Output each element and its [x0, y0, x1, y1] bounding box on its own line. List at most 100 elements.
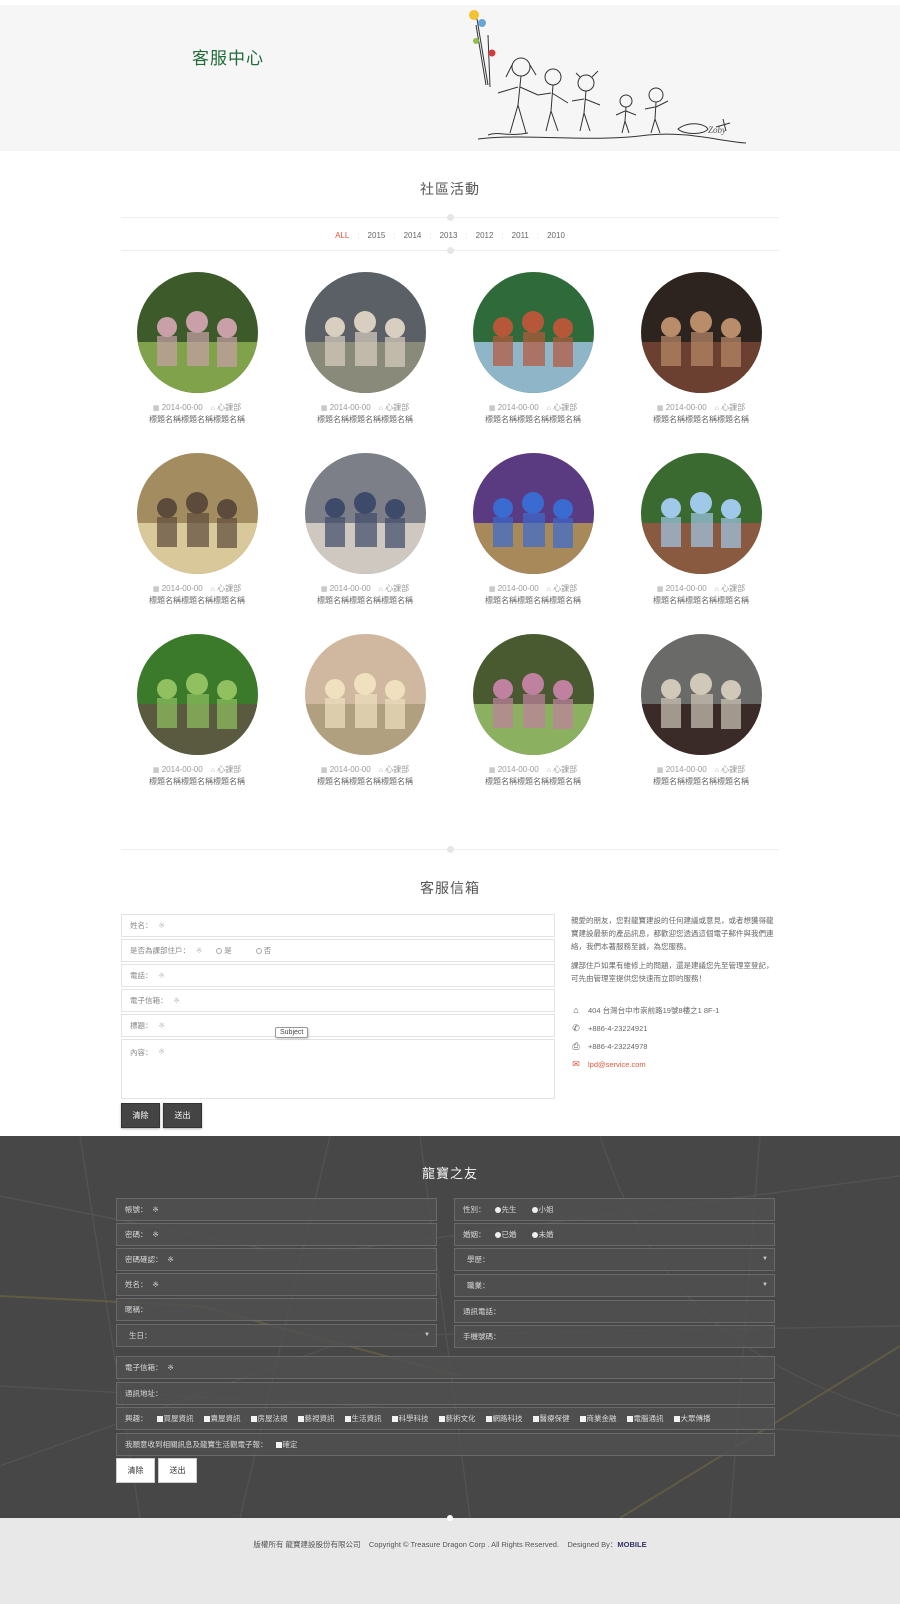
interest-checkbox[interactable]: 賣屋資訊 — [203, 1413, 241, 1424]
name-field[interactable]: 姓名： ※ — [121, 914, 555, 937]
activity-meta: ▦ 2014-00-00 ⌂ 心課部 — [656, 765, 746, 774]
activity-card[interactable]: ▦ 2014-00-00 ⌂ 心課部 標題名稱標題名稱標題名稱 — [617, 453, 785, 634]
activity-photo[interactable] — [640, 272, 762, 393]
filter-2014[interactable]: 2014 — [396, 231, 430, 240]
interest-checkbox[interactable]: 電腦通訊 — [626, 1413, 664, 1424]
activity-card[interactable]: ▦ 2014-00-00 ⌂ 心課部 標題名稱標題名稱標題名稱 — [113, 272, 281, 453]
activity-photo[interactable] — [640, 634, 762, 755]
activity-title[interactable]: 標題名稱標題名稱標題名稱 — [485, 776, 581, 787]
calendar-icon: ▦ — [152, 767, 160, 774]
friend-address-field[interactable]: 通訊地址： — [116, 1382, 775, 1405]
friend-name-field[interactable]: 姓名： ※ — [116, 1273, 437, 1296]
activity-photo[interactable] — [304, 634, 426, 755]
resident-note: 課部住戶如果有維修上的問題，還是建議您先至管理室登記，可先由管理室提供您快速而立… — [571, 961, 774, 983]
interest-checkbox[interactable]: 買屋資訊 — [156, 1413, 194, 1424]
activity-card[interactable]: ▦ 2014-00-00 ⌂ 心課部 標題名稱標題名稱標題名稱 — [617, 634, 785, 815]
single-radio[interactable]: 未婚 — [531, 1229, 554, 1240]
activities-section: 社區活動 ALL: 2015: 2014: 2013: 2012: 2011: … — [0, 179, 900, 853]
envelope-icon: ✉ — [572, 1058, 580, 1069]
password-confirm-field[interactable]: 密碼確認： ※ — [116, 1248, 437, 1271]
activity-title[interactable]: 標題名稱標題名稱標題名稱 — [149, 414, 245, 425]
activity-title[interactable]: 標題名稱標題名稱標題名稱 — [653, 595, 749, 606]
activity-photo[interactable] — [472, 272, 594, 393]
email-field[interactable]: 電子信箱： ※ — [121, 989, 555, 1012]
activity-photo[interactable] — [136, 453, 258, 574]
phone-field[interactable]: 電話： ※ — [121, 964, 555, 987]
interest-checkbox[interactable]: 醫療保健 — [532, 1413, 570, 1424]
education-select[interactable]: 學歷： ▼ — [454, 1248, 775, 1271]
activity-title[interactable]: 標題名稱標題名稱標題名稱 — [485, 595, 581, 606]
home-icon: ⌂ — [210, 405, 215, 412]
activity-photo[interactable] — [472, 634, 594, 755]
filter-divider — [121, 247, 779, 254]
email-line[interactable]: ✉ lpd@service.com — [571, 1055, 779, 1073]
account-field[interactable]: 帳號： ※ — [116, 1198, 437, 1221]
interest-checkbox[interactable]: 藝視資訊 — [297, 1413, 335, 1424]
filter-all[interactable]: ALL — [327, 231, 357, 240]
activity-card[interactable]: ▦ 2014-00-00 ⌂ 心課部 標題名稱標題名稱標題名稱 — [281, 453, 449, 634]
activity-title[interactable]: 標題名稱標題名稱標題名稱 — [653, 776, 749, 787]
married-radio[interactable]: 已婚 — [494, 1229, 517, 1240]
activity-card[interactable]: ▦ 2014-00-00 ⌂ 心課部 標題名稱標題名稱標題名稱 — [113, 634, 281, 815]
resident-field[interactable]: 是否為課部住戶： ※ 是 否 — [121, 939, 555, 962]
password-field[interactable]: 密碼： ※ — [116, 1223, 437, 1246]
friends-clear-button[interactable]: 清除 — [116, 1458, 155, 1483]
activity-title[interactable]: 標題名稱標題名稱標題名稱 — [317, 776, 413, 787]
interest-checkbox[interactable]: 生活資訊 — [344, 1413, 382, 1424]
mobile-field[interactable]: 手機號碼： — [454, 1325, 775, 1348]
activity-photo[interactable] — [640, 453, 762, 574]
activity-photo[interactable] — [136, 634, 258, 755]
filter-2012[interactable]: 2012 — [468, 231, 502, 240]
activity-title[interactable]: 標題名稱標題名稱標題名稱 — [149, 776, 245, 787]
contact-phone-field[interactable]: 通訊電話： — [454, 1300, 775, 1323]
activity-photo[interactable] — [304, 453, 426, 574]
filter-2015[interactable]: 2015 — [360, 231, 394, 240]
job-select[interactable]: 職業： ▼ — [454, 1274, 775, 1297]
calendar-icon: ▦ — [656, 767, 664, 774]
home-icon: ⌂ — [546, 767, 551, 774]
filter-2013[interactable]: 2013 — [432, 231, 466, 240]
interest-checkbox[interactable]: 藝術文化 — [438, 1413, 476, 1424]
interest-checkbox[interactable]: 商業金融 — [579, 1413, 617, 1424]
submit-button[interactable]: 送出 — [163, 1103, 202, 1128]
interest-checkbox[interactable]: 網路科技 — [485, 1413, 523, 1424]
gender-female-radio[interactable]: 小姐 — [531, 1204, 554, 1215]
subject-field[interactable]: 標題： ※ — [121, 1014, 555, 1037]
activity-card[interactable]: ▦ 2014-00-00 ⌂ 心課部 標題名稱標題名稱標題名稱 — [113, 453, 281, 634]
birthday-select[interactable]: 生日： ▼ — [116, 1324, 437, 1347]
nickname-field[interactable]: 暱稱： — [116, 1298, 437, 1321]
interest-checkbox[interactable]: 大眾傳播 — [673, 1413, 711, 1424]
interest-checkbox[interactable]: 科學科技 — [391, 1413, 429, 1424]
activity-card[interactable]: ▦ 2014-00-00 ⌂ 心課部 標題名稱標題名稱標題名稱 — [449, 634, 617, 815]
activity-title[interactable]: 標題名稱標題名稱標題名稱 — [317, 595, 413, 606]
top-divider — [121, 214, 779, 221]
designer-logo[interactable]: MOBILE — [617, 1540, 646, 1549]
activity-card[interactable]: ▦ 2014-00-00 ⌂ 心課部 標題名稱標題名稱標題名稱 — [281, 272, 449, 453]
chevron-down-icon: ▼ — [424, 1332, 430, 1338]
gender-male-radio[interactable]: 先生 — [494, 1204, 517, 1215]
activity-meta: ▦ 2014-00-00 ⌂ 心課部 — [656, 584, 746, 593]
activity-photo[interactable] — [472, 453, 594, 574]
activity-title[interactable]: 標題名稱標題名稱標題名稱 — [653, 414, 749, 425]
clear-button[interactable]: 清除 — [121, 1103, 160, 1128]
activity-photo[interactable] — [304, 272, 426, 393]
activity-title[interactable]: 標題名稱標題名稱標題名稱 — [149, 595, 245, 606]
interest-checkbox[interactable]: 房屋法規 — [250, 1413, 288, 1424]
activity-photo[interactable] — [136, 272, 258, 393]
activity-card[interactable]: ▦ 2014-00-00 ⌂ 心課部 標題名稱標題名稱標題名稱 — [449, 453, 617, 634]
activity-title[interactable]: 標題名稱標題名稱標題名稱 — [485, 414, 581, 425]
resident-yes-radio[interactable]: 是 — [216, 945, 232, 956]
filter-2010[interactable]: 2010 — [539, 231, 573, 240]
activity-title[interactable]: 標題名稱標題名稱標題名稱 — [317, 414, 413, 425]
filter-2011[interactable]: 2011 — [504, 231, 537, 240]
activity-card[interactable]: ▦ 2014-00-00 ⌂ 心課部 標題名稱標題名稱標題名稱 — [281, 634, 449, 815]
newsletter-checkbox[interactable]: 確定 — [275, 1439, 298, 1450]
calendar-icon: ▦ — [320, 767, 328, 774]
footer-designed: Designed By： — [567, 1540, 618, 1549]
activity-card[interactable]: ▦ 2014-00-00 ⌂ 心課部 標題名稱標題名稱標題名稱 — [617, 272, 785, 453]
content-field[interactable]: 內容： ※ — [121, 1039, 555, 1099]
activity-card[interactable]: ▦ 2014-00-00 ⌂ 心課部 標題名稱標題名稱標題名稱 — [449, 272, 617, 453]
resident-no-radio[interactable]: 否 — [255, 945, 271, 956]
friend-email-field[interactable]: 電子信箱： ※ — [116, 1356, 775, 1379]
friends-submit-button[interactable]: 送出 — [158, 1458, 197, 1483]
